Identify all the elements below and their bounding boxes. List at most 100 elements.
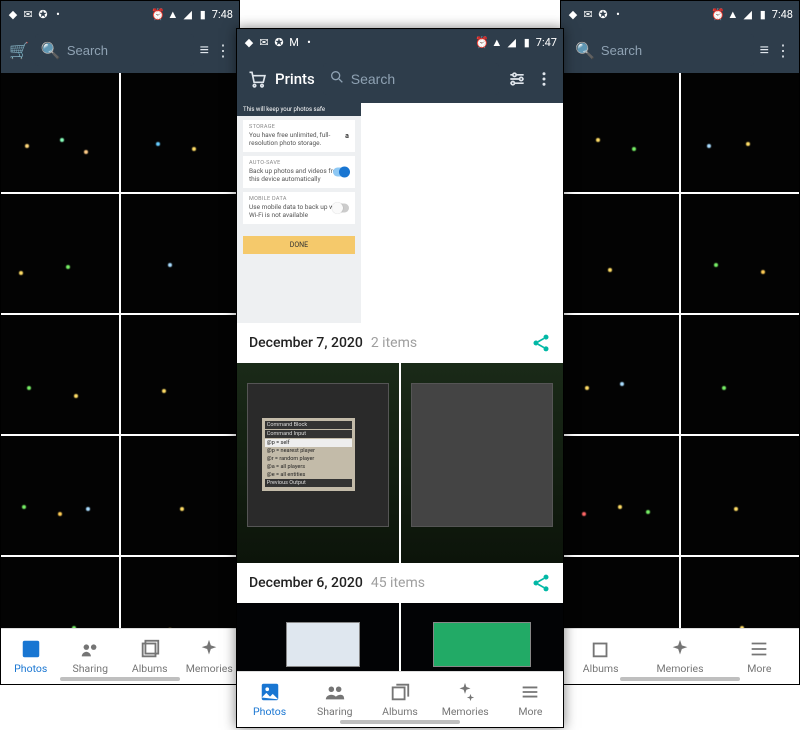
photo-thumbnail[interactable] xyxy=(681,194,799,313)
photo-thumbnail[interactable] xyxy=(561,557,679,628)
search-icon xyxy=(329,69,345,89)
nav-label: More xyxy=(747,662,771,675)
search-input[interactable] xyxy=(67,43,188,58)
photo-thumbnail[interactable] xyxy=(121,436,239,555)
date-label: December 7, 2020 xyxy=(249,335,363,351)
bottom-nav: Photos Sharing Albums Memories xyxy=(1,628,239,684)
search-input[interactable] xyxy=(601,43,748,58)
overflow-icon[interactable] xyxy=(535,70,553,88)
search-box[interactable]: 🔍 xyxy=(35,34,194,66)
blank-screenshot[interactable] xyxy=(363,103,563,323)
photo-thumbnail[interactable] xyxy=(681,73,799,192)
photo-thumbnail[interactable] xyxy=(1,557,119,628)
photo-thumbnail[interactable] xyxy=(401,603,563,671)
autosave-toggle[interactable] xyxy=(333,167,349,176)
nav-albums[interactable]: Albums xyxy=(561,629,640,684)
nav-more[interactable]: More xyxy=(720,629,799,684)
nav-label: Memories xyxy=(186,662,233,675)
photo-thumbnail[interactable] xyxy=(121,315,239,434)
mc-line: @p = self xyxy=(265,439,352,447)
share-icon[interactable] xyxy=(531,333,551,353)
nav-albums[interactable]: Albums xyxy=(120,629,180,684)
share-icon[interactable] xyxy=(531,573,551,593)
nav-label: Albums xyxy=(382,705,418,718)
nav-albums[interactable]: Albums xyxy=(367,672,432,727)
nav-label: Photos xyxy=(253,705,286,718)
photo-thumbnail[interactable] xyxy=(1,194,119,313)
photo-thumbnail[interactable] xyxy=(561,315,679,434)
photo-grid-scroll[interactable] xyxy=(561,73,799,628)
cart-icon[interactable]: 🛒 xyxy=(9,41,29,60)
filter-icon[interactable]: ≡ xyxy=(760,40,769,60)
nav-sharing[interactable]: Sharing xyxy=(302,672,367,727)
count-label: 45 items xyxy=(371,575,425,591)
search-box[interactable] xyxy=(323,63,499,95)
photo-thumbnail[interactable]: Command Block Command Input @p = self @p… xyxy=(237,363,399,563)
wifi-icon: ▲ xyxy=(727,8,739,20)
phone-left: ◆ ✉ ✪ • ⏰ ▲ ◢ ▮ 7:48 🛒 🔍 ≡ ⋮ xyxy=(0,0,240,685)
prints-label[interactable]: Prints xyxy=(275,70,315,88)
mc-title: Command Block xyxy=(265,421,352,429)
overflow-icon[interactable]: ⋮ xyxy=(215,41,231,60)
mc-line: @e = all entities xyxy=(265,471,352,479)
photo-thumbnail[interactable] xyxy=(681,557,799,628)
photo-thumbnail[interactable] xyxy=(1,73,119,192)
home-indicator xyxy=(620,677,740,681)
photo-thumbnail[interactable] xyxy=(121,73,239,192)
search-input[interactable] xyxy=(351,71,493,87)
clock: 7:48 xyxy=(772,8,793,21)
filter-icon[interactable] xyxy=(507,69,527,89)
photo-thumbnail[interactable] xyxy=(121,557,239,628)
settings-screenshot[interactable]: This will keep your photos safe STORAGE … xyxy=(237,103,361,323)
albums-icon xyxy=(389,681,411,703)
nav-photos[interactable]: Photos xyxy=(1,629,61,684)
photo-thumbnail[interactable] xyxy=(681,315,799,434)
nav-photos[interactable]: Photos xyxy=(237,672,302,727)
sharing-icon xyxy=(324,681,346,703)
photo-thumbnail[interactable] xyxy=(401,363,563,563)
app-icon: ✪ xyxy=(37,8,49,20)
battery-icon: ▮ xyxy=(757,8,769,20)
search-box[interactable]: 🔍 xyxy=(569,34,754,66)
phone-right: ◆ ✉ ✪ • ⏰ ▲ ◢ ▮ 7:48 🔍 ≡ ⋮ xyxy=(560,0,800,685)
top-bar: 🛒 🔍 ≡ ⋮ xyxy=(1,27,239,73)
nav-memories[interactable]: Memories xyxy=(640,629,719,684)
nav-label: More xyxy=(518,705,542,718)
mobiledata-toggle[interactable] xyxy=(333,203,349,212)
photo-thumbnail[interactable] xyxy=(1,315,119,434)
photo-grid-scroll[interactable] xyxy=(1,73,239,628)
done-button[interactable]: DONE xyxy=(243,236,355,254)
status-bar: ◆ ✉ ✪ M • ⏰ ▲ ◢ ▮ 7:47 xyxy=(237,29,563,55)
nav-memories[interactable]: Memories xyxy=(180,629,240,684)
storage-label: STORAGE xyxy=(249,124,349,130)
home-indicator xyxy=(60,677,180,681)
photo-thumbnail[interactable] xyxy=(561,73,679,192)
photo-thumbnail[interactable] xyxy=(561,436,679,555)
storage-text: You have free unlimited, full-resolution… xyxy=(249,131,349,148)
nav-more[interactable]: More xyxy=(498,672,563,727)
photo-thumbnail[interactable] xyxy=(681,436,799,555)
photo-thumbnail[interactable] xyxy=(561,194,679,313)
nav-memories[interactable]: Memories xyxy=(433,672,498,727)
date-label: December 6, 2020 xyxy=(249,575,363,591)
amazon-icon: a xyxy=(345,132,349,140)
mc-output-label: Previous Output xyxy=(265,479,352,487)
mc-line: @a = all players xyxy=(265,463,352,471)
overflow-icon[interactable]: ⋮ xyxy=(775,41,791,60)
signal-icon: ◢ xyxy=(182,8,194,20)
photo-thumbnail[interactable] xyxy=(121,194,239,313)
section-header: December 6, 2020 45 items xyxy=(237,563,563,603)
battery-icon: ▮ xyxy=(197,8,209,20)
mc-input-label: Command Input xyxy=(265,430,352,438)
wifi-icon: ▲ xyxy=(491,36,503,48)
photo-thumbnail[interactable] xyxy=(237,603,399,671)
chat-icon: ✉ xyxy=(258,36,270,48)
main-scroll[interactable]: This will keep your photos safe STORAGE … xyxy=(237,103,563,671)
photo-thumbnail[interactable] xyxy=(1,436,119,555)
cart-icon[interactable] xyxy=(247,69,267,89)
nav-sharing[interactable]: Sharing xyxy=(61,629,121,684)
nav-label: Albums xyxy=(132,662,168,675)
phone-center: ◆ ✉ ✪ M • ⏰ ▲ ◢ ▮ 7:47 Prints xyxy=(236,28,564,728)
nav-label: Albums xyxy=(583,662,619,675)
filter-icon[interactable]: ≡ xyxy=(200,40,209,60)
